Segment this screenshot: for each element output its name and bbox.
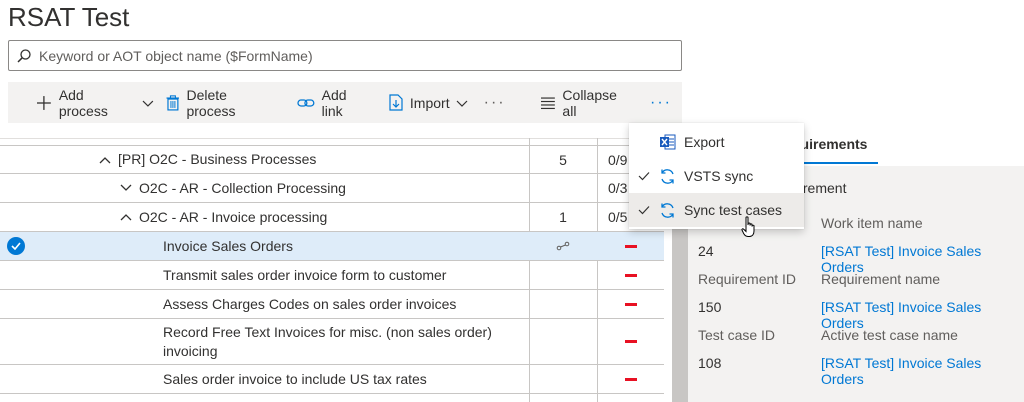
tree-row-label: Assess Charges Codes on sales order invo… — [163, 295, 457, 312]
test-count — [529, 174, 597, 202]
tree-row-transmit-invoice[interactable]: Transmit sales order invoice form to cus… — [0, 261, 664, 290]
excel-icon — [659, 134, 676, 153]
hand-cursor-icon — [741, 216, 757, 243]
tree-row-business-processes[interactable]: [PR] O2C - Business Processes 5 0/9 — [0, 145, 664, 174]
search-box[interactable] — [8, 40, 682, 71]
plus-icon — [36, 95, 51, 110]
trash-icon — [166, 94, 179, 111]
link-icon — [297, 98, 315, 107]
import-label: Import — [409, 94, 450, 111]
delete-process-button[interactable]: Delete process — [160, 82, 285, 123]
add-link-label: Add link — [321, 86, 347, 119]
menu-item-sync-test-cases[interactable]: Sync test cases — [629, 193, 804, 227]
menu-item-label: Sync test cases — [684, 202, 783, 218]
menu-item-vsts-sync[interactable]: VSTS sync — [629, 159, 804, 193]
checkmark-icon — [638, 202, 650, 218]
chevron-down-icon[interactable] — [119, 184, 133, 192]
tree-row-assess-charges[interactable]: Assess Charges Codes on sales order invo… — [0, 290, 664, 319]
status-missing-icon — [598, 232, 664, 260]
status-missing-icon — [598, 290, 664, 318]
tree-row-label: O2C - AR - Invoice processing — [139, 208, 328, 225]
chevron-up-icon[interactable] — [98, 156, 112, 164]
search-input[interactable] — [39, 47, 659, 64]
active-test-case-label: Active test case name — [821, 327, 958, 343]
toolbar: Add process Delete process Add link Impo… — [8, 82, 682, 123]
tree-row-us-tax-rates[interactable]: Sales order invoice to include US tax ra… — [0, 365, 664, 394]
tree-row-invoice-processing[interactable]: O2C - AR - Invoice processing 1 0/5 — [0, 203, 664, 232]
menu-item-label: Export — [684, 134, 725, 150]
tree-row-label: Sales order invoice to include US tax ra… — [163, 370, 427, 387]
requirement-id-label: Requirement ID — [698, 271, 797, 287]
delete-process-label: Delete process — [186, 86, 236, 119]
tree-row-invoice-sales-orders[interactable]: Invoice Sales Orders — [0, 232, 664, 261]
menu-item-label: VSTS sync — [684, 168, 754, 184]
add-link-button[interactable]: Add link — [291, 82, 377, 123]
more-actions-button[interactable]: ··· — [474, 82, 516, 123]
menu-item-export[interactable]: Export — [629, 125, 804, 159]
more-options-button[interactable]: ··· — [640, 82, 682, 123]
test-case-id: 108 — [698, 355, 722, 371]
work-item-name-label: Work item name — [821, 215, 923, 231]
status-missing-icon — [598, 261, 664, 289]
test-count: 1 — [559, 209, 567, 225]
chevron-up-icon[interactable] — [119, 213, 133, 221]
link-icon[interactable] — [529, 232, 597, 260]
collapse-all-button[interactable]: Collapse all — [534, 82, 640, 123]
add-process-label: Add process — [58, 86, 108, 119]
sync-icon — [659, 202, 676, 222]
test-case-link[interactable]: [RSAT Test] Invoice Sales Orders — [821, 355, 1024, 387]
requirement-id: 150 — [698, 299, 722, 315]
add-process-button[interactable]: Add process — [30, 82, 160, 123]
chevron-down-icon — [456, 100, 468, 107]
collapse-all-label: Collapse all — [562, 86, 617, 119]
requirement-name-label: Requirement name — [821, 271, 941, 287]
work-item-id: 24 — [698, 243, 714, 259]
selected-check-icon[interactable] — [7, 237, 25, 255]
checkmark-icon — [638, 168, 650, 184]
tree-row-label: [PR] O2C - Business Processes — [118, 151, 317, 167]
tree-row-label: O2C - AR - Collection Processing — [139, 179, 346, 196]
test-count: 5 — [559, 151, 567, 168]
tree-row-free-text-invoices[interactable]: Record Free Text Invoices for misc. (non… — [0, 319, 664, 365]
tree-row-label: Invoice Sales Orders — [163, 237, 293, 254]
tree-row-label: Record Free Text Invoices for misc. (non… — [163, 323, 492, 359]
collapse-all-icon — [540, 96, 555, 109]
import-icon — [389, 94, 403, 111]
status-missing-icon — [598, 319, 664, 364]
chevron-down-icon — [142, 100, 154, 107]
tree-row-label: Transmit sales order invoice form to cus… — [163, 266, 447, 283]
more-options-menu: Export VSTS sync Sync test cases — [629, 123, 804, 229]
test-case-id-label: Test case ID — [698, 327, 776, 343]
search-icon — [9, 48, 39, 64]
page-title: RSAT Test — [8, 2, 130, 32]
import-button[interactable]: Import — [383, 82, 474, 123]
status-missing-icon — [598, 365, 664, 393]
sync-icon — [659, 168, 676, 188]
tree-row-collection-processing[interactable]: O2C - AR - Collection Processing 0/3 — [0, 174, 664, 203]
